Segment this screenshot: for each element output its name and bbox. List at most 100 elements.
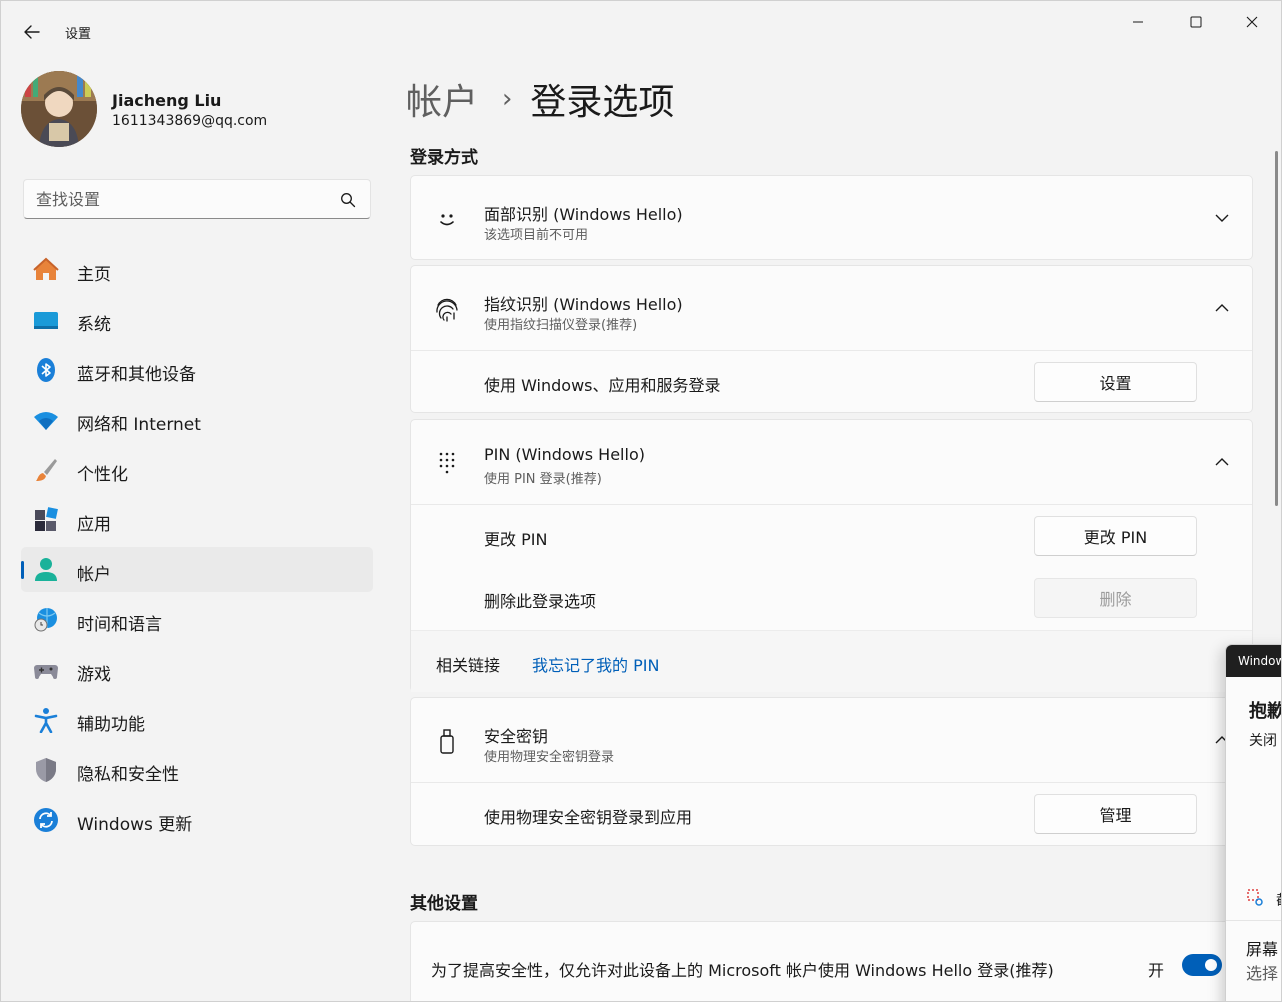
shield-icon	[33, 757, 59, 783]
system-icon	[33, 307, 59, 333]
sidebar-item-time-language[interactable]: 时间和语言	[21, 597, 373, 642]
sidebar-item-windows-update[interactable]: Windows 更新	[21, 797, 373, 842]
user-name: Jiacheng Liu	[112, 91, 222, 110]
chevron-up-icon[interactable]	[1214, 454, 1230, 470]
face-recognition-subtitle: 该选项目前不可用	[484, 228, 589, 243]
sidebar-item-label: 应用	[77, 515, 111, 535]
breadcrumb-parent[interactable]: 帐户	[406, 73, 478, 125]
maximize-button[interactable]	[1173, 7, 1219, 37]
smiley-face-icon	[433, 205, 461, 233]
security-key-header[interactable]: 安全密钥 使用物理安全密钥登录	[411, 698, 1252, 782]
sidebar-item-label: 主页	[77, 265, 111, 285]
back-arrow-icon	[24, 25, 40, 39]
manage-security-key-button[interactable]: 管理	[1034, 794, 1197, 834]
sidebar-item-label: 时间和语言	[77, 615, 162, 635]
remove-pin-button: 删除	[1034, 578, 1197, 618]
overlay-text: 关闭	[1249, 733, 1277, 749]
sidebar-item-label: 帐户	[77, 565, 111, 585]
fingerprint-title: 指纹识别 (Windows Hello)	[484, 295, 683, 314]
sidebar-item-label: 游戏	[77, 665, 111, 685]
chevron-down-icon[interactable]	[1214, 210, 1230, 226]
sidebar-item-gaming[interactable]: 游戏	[21, 647, 373, 692]
brush-icon	[33, 457, 59, 483]
overlay-heading: 抱歉	[1249, 701, 1282, 722]
related-links-label: 相关链接	[436, 656, 501, 675]
overlay-divider	[1226, 920, 1281, 921]
sidebar-item-system[interactable]: 系统	[21, 297, 373, 342]
fingerprint-signin-label: 使用 Windows、应用和服务登录	[484, 376, 721, 395]
usb-key-icon	[433, 727, 461, 755]
sidebar-item-network[interactable]: 网络和 Internet	[21, 397, 373, 442]
fingerprint-setup-button[interactable]: 设置	[1034, 362, 1197, 402]
security-key-row: 使用物理安全密钥登录到应用 管理	[411, 782, 1252, 845]
face-recognition-title: 面部识别 (Windows Hello)	[484, 205, 683, 224]
hello-only-card: 为了提高安全性，仅允许对此设备上的 Microsoft 帐户使用 Windows…	[410, 921, 1253, 1001]
pin-card: PIN (Windows Hello) 使用 PIN 登录(推荐) 更改 PIN…	[410, 419, 1253, 692]
breadcrumb-separator: ›	[502, 84, 513, 114]
overlay-line: 屏幕	[1246, 940, 1279, 959]
fingerprint-card: 指纹识别 (Windows Hello) 使用指纹扫描仪登录(推荐) 使用 Wi…	[410, 265, 1253, 413]
face-recognition-header[interactable]: 面部识别 (Windows Hello) 该选项目前不可用	[411, 176, 1252, 260]
page-title: 登录选项	[530, 82, 675, 123]
change-pin-label: 更改 PIN	[484, 530, 548, 549]
update-icon	[33, 807, 59, 833]
settings-window: 设置 Jiacheng Liu 1611343869@qq.com 查找设置 主…	[0, 0, 1282, 1002]
search-input[interactable]	[36, 188, 326, 210]
accessibility-icon	[33, 707, 59, 733]
maximize-icon	[1190, 16, 1202, 28]
back-button[interactable]	[17, 17, 47, 47]
hello-only-row: 为了提高安全性，仅允许对此设备上的 Microsoft 帐户使用 Windows…	[411, 922, 1252, 1001]
fingerprint-header[interactable]: 指纹识别 (Windows Hello) 使用指纹扫描仪登录(推荐)	[411, 266, 1252, 350]
hello-only-toggle[interactable]	[1182, 954, 1222, 976]
overlay-title-bar: Window	[1226, 645, 1281, 677]
sidebar-item-label: 隐私和安全性	[77, 765, 179, 785]
overlay-item[interactable]: 截	[1276, 890, 1281, 910]
security-key-subtitle: 使用物理安全密钥登录	[484, 750, 615, 765]
remove-signin-label: 删除此登录选项	[484, 592, 597, 611]
scrollbar[interactable]	[1275, 151, 1278, 506]
pin-subtitle: 使用 PIN 登录(推荐)	[484, 472, 602, 487]
change-pin-row: 更改 PIN 更改 PIN	[411, 504, 1252, 567]
section-title-other-settings: 其他设置	[410, 894, 478, 914]
apps-icon	[33, 507, 59, 533]
sidebar-item-accounts[interactable]: 帐户	[21, 547, 373, 592]
globe-clock-icon	[33, 607, 59, 633]
title-bar: 设置	[1, 1, 1281, 49]
sidebar-item-bluetooth[interactable]: 蓝牙和其他设备	[21, 347, 373, 392]
app-title: 设置	[65, 27, 92, 42]
toggle-state-text: 开	[1148, 961, 1165, 980]
face-recognition-card[interactable]: 面部识别 (Windows Hello) 该选项目前不可用	[410, 175, 1253, 260]
overlay-line: 选择	[1246, 964, 1279, 983]
search-box[interactable]	[23, 179, 371, 219]
change-pin-button[interactable]: 更改 PIN	[1034, 516, 1197, 556]
security-key-card: 安全密钥 使用物理安全密钥登录 使用物理安全密钥登录到应用 管理	[410, 697, 1253, 846]
sidebar-item-accessibility[interactable]: 辅助功能	[21, 697, 373, 742]
breadcrumb: 帐户 › 登录选项	[406, 73, 674, 125]
sidebar-item-label: 辅助功能	[77, 715, 145, 735]
minimize-button[interactable]	[1115, 7, 1161, 37]
account-icon	[33, 557, 59, 583]
security-key-row-label: 使用物理安全密钥登录到应用	[484, 808, 693, 827]
avatar-image	[21, 71, 97, 147]
sidebar-item-home[interactable]: 主页	[21, 247, 373, 292]
forgot-pin-link[interactable]: 我忘记了我的 PIN	[532, 652, 659, 676]
sidebar-item-personalization[interactable]: 个性化	[21, 447, 373, 492]
section-title-signin-methods: 登录方式	[410, 148, 478, 168]
wifi-icon	[33, 407, 59, 433]
fingerprint-icon	[433, 295, 461, 323]
remove-signin-row: 删除此登录选项 删除	[411, 567, 1252, 630]
pin-header[interactable]: PIN (Windows Hello) 使用 PIN 登录(推荐)	[411, 420, 1252, 504]
close-icon	[1246, 16, 1258, 28]
sidebar-item-label: 系统	[77, 315, 111, 335]
close-button[interactable]	[1229, 7, 1275, 37]
related-links-row: 相关链接 我忘记了我的 PIN	[411, 630, 1252, 692]
minimize-icon	[1133, 21, 1143, 23]
fingerprint-signin-row: 使用 Windows、应用和服务登录 设置	[411, 350, 1252, 413]
gamepad-icon	[33, 657, 59, 683]
sidebar-item-apps[interactable]: 应用	[21, 497, 373, 542]
keypad-icon	[433, 449, 461, 477]
search-icon[interactable]	[340, 192, 356, 208]
sidebar-item-privacy[interactable]: 隐私和安全性	[21, 747, 373, 792]
chevron-up-icon[interactable]	[1214, 300, 1230, 316]
user-email: 1611343869@qq.com	[112, 113, 268, 129]
